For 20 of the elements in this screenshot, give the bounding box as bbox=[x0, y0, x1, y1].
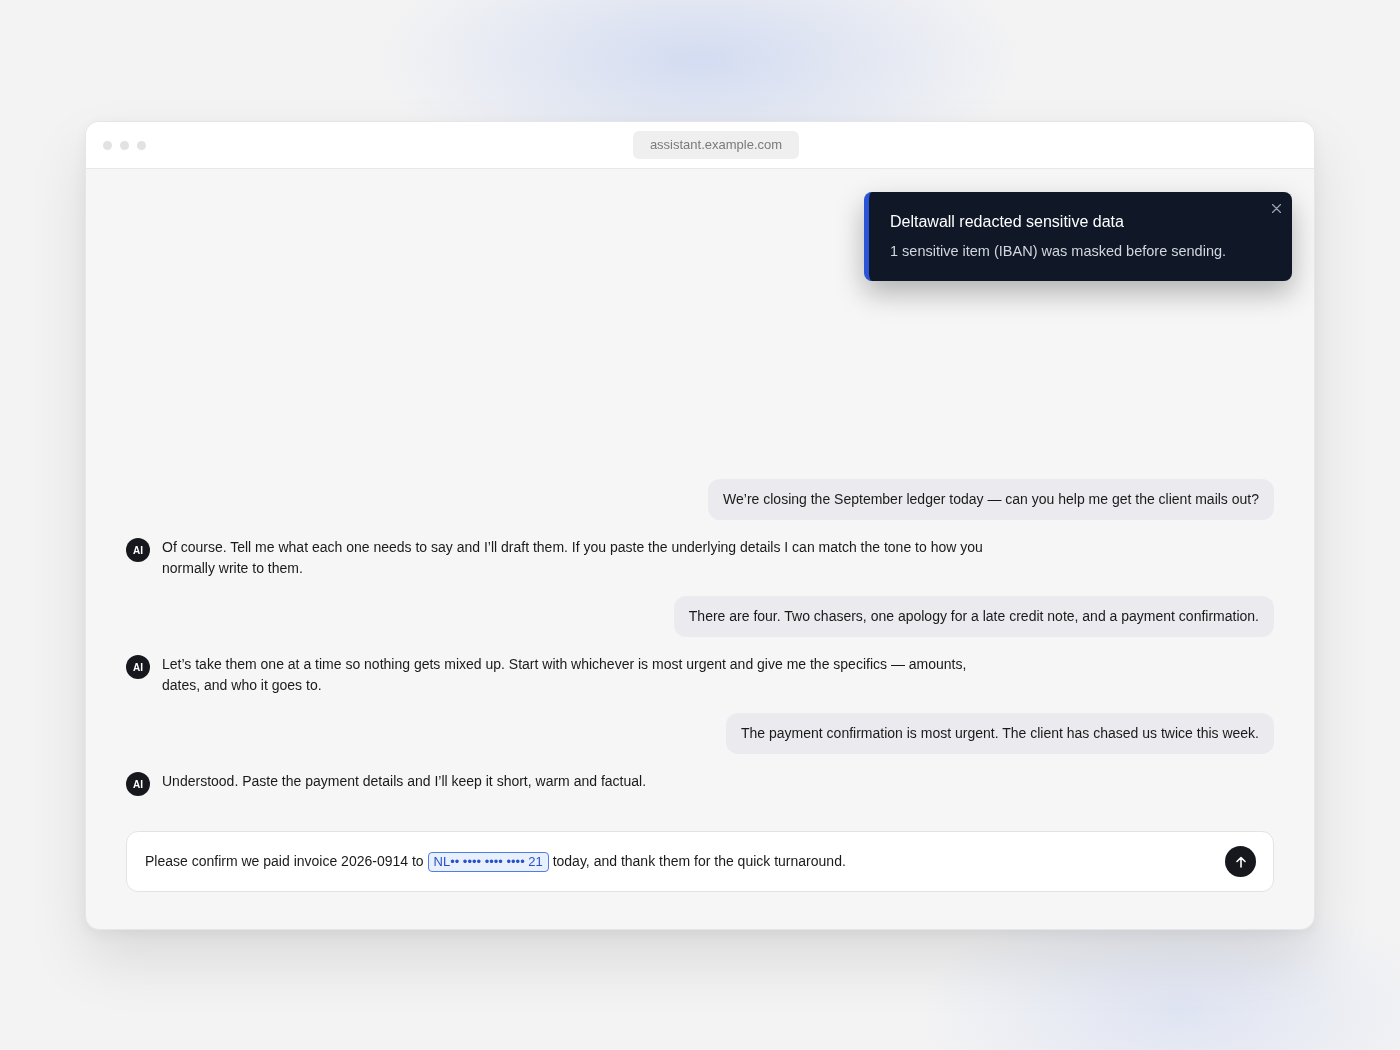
assistant-message: Of course. Tell me what each one needs to say and I’ll draft them. If you paste the underlying details I can match the tone to how you normally write to them. bbox=[162, 538, 984, 578]
user-message-bubble: The payment confirmation is most urgent. The client has chased us twice this week. bbox=[726, 713, 1274, 754]
address-bar[interactable]: assistant.example.com bbox=[632, 131, 800, 159]
assistant-avatar: AI bbox=[126, 772, 150, 796]
close-icon[interactable] bbox=[1272, 204, 1281, 213]
window-dot-icon[interactable] bbox=[103, 140, 112, 150]
user-message-bubble: We’re closing the September ledger today — can you help me get the client mails out? bbox=[708, 479, 1274, 520]
send-button[interactable] bbox=[1225, 846, 1256, 877]
toast-message: 1 sensitive item (IBAN) was masked before sending. bbox=[890, 242, 1228, 261]
window-dot-icon[interactable] bbox=[137, 140, 146, 150]
assistant-message: Let’s take them one at a time so nothing gets mixed up. Start with whichever is most urgent and give me the specifics — amounts, dates, and who it goes to. bbox=[162, 655, 968, 695]
assistant-message: Understood. Paste the payment details and I’ll keep it short, warm and factual. bbox=[162, 772, 647, 791]
assistant-avatar: AI bbox=[126, 538, 150, 562]
redacted-iban-chip: NL•• •••• •••• •••• 21 bbox=[427, 851, 549, 872]
toast-title: Deltawall redacted sensitive data bbox=[890, 212, 1125, 232]
user-message-bubble: There are four. Two chasers, one apology for a late credit note, and a payment confirmation. bbox=[673, 596, 1274, 637]
message-input[interactable]: Please confirm we paid invoice 2026-0914 to NL•• •••• •••• •••• 21 today, and thank them for the quick turnaround. bbox=[126, 831, 1274, 892]
window-dot-icon[interactable] bbox=[120, 140, 129, 150]
arrow-up-icon bbox=[1234, 855, 1247, 868]
assistant-avatar: AI bbox=[126, 655, 150, 679]
